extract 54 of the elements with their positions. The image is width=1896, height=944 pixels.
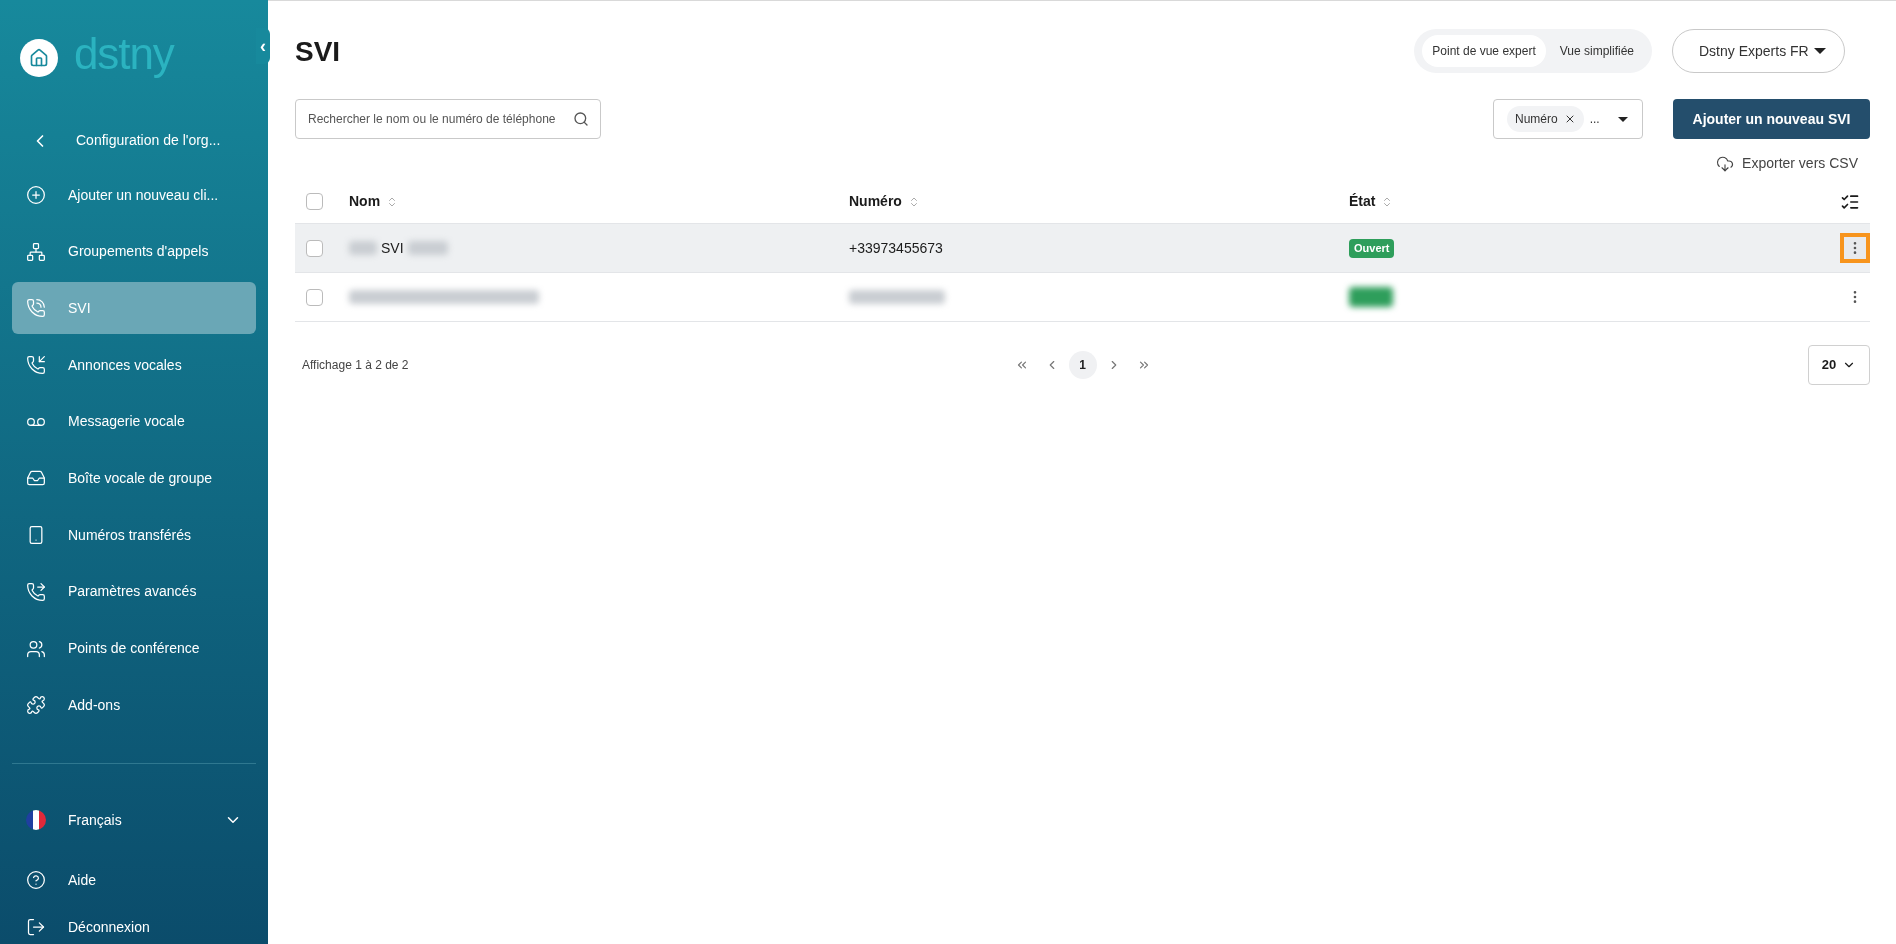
row-checkbox[interactable]: [306, 239, 323, 257]
language-selector[interactable]: Français: [68, 809, 202, 831]
sidebar-item[interactable]: Messagerie vocale: [12, 395, 256, 448]
more-indicator: ...: [1589, 111, 1600, 128]
blurred-text: [407, 241, 448, 255]
page-title: SVI: [295, 35, 341, 69]
table-cell-text: +33973455673: [849, 238, 943, 258]
menu-icon: [26, 581, 46, 602]
collapse-sidebar-button[interactable]: ‹: [256, 28, 270, 64]
search-field[interactable]: Rechercher le nom ou le numéro de téléphone: [295, 99, 601, 139]
table-cell-text: SVI: [381, 238, 404, 258]
column-header[interactable]: État: [1349, 191, 1376, 212]
export-csv-link[interactable]: Exporter vers CSV: [1716, 153, 1858, 174]
sidebar-back-item[interactable]: Configuration de l'org...: [76, 130, 221, 151]
france-flag-icon: [26, 810, 46, 830]
sidebar-item[interactable]: Annonces vocales: [12, 339, 256, 392]
view-toggle-option[interactable]: Point de vue expert: [1422, 35, 1546, 67]
column-filter-dropdown[interactable]: Numéro ...: [1493, 99, 1643, 139]
page-button[interactable]: 1: [1068, 351, 1097, 379]
column-header[interactable]: Numéro: [849, 191, 902, 212]
help-link[interactable]: Aide: [68, 869, 97, 891]
sidebar-item[interactable]: Points de conférence: [12, 622, 256, 675]
help-icon: [26, 870, 46, 890]
sidebar-item[interactable]: Boîte vocale de groupe: [12, 452, 256, 505]
menu-icon: [26, 355, 46, 376]
caret-icon: [1814, 48, 1826, 54]
row-checkbox[interactable]: [306, 288, 323, 306]
select-all-checkbox[interactable]: [306, 193, 323, 210]
search-icon: [573, 111, 589, 127]
blurred-text: [349, 241, 377, 255]
filter-chip: Numéro: [1507, 106, 1584, 132]
menu-icon: [26, 638, 46, 659]
sidebar-item[interactable]: Paramètres avancés: [12, 565, 256, 618]
pagination-summary: Affichage 1 à 2 de 2: [301, 357, 410, 374]
row-actions-button[interactable]: [1840, 233, 1870, 263]
cloud-download-icon: [1716, 154, 1735, 173]
add-ivr-button[interactable]: Ajouter un nouveau SVI: [1673, 99, 1870, 139]
sidebar-item[interactable]: Numéros transférés: [12, 509, 256, 562]
menu-icon: [26, 298, 46, 319]
menu-icon: [26, 695, 46, 716]
home-icon[interactable]: [20, 38, 58, 77]
sidebar-item[interactable]: Ajouter un nouveau cli...: [12, 169, 256, 221]
status-badge: Ouvert: [1349, 238, 1395, 258]
page-size-select[interactable]: 20: [1808, 345, 1870, 385]
table-row[interactable]: SVI +33973455673 Ouvert: [295, 224, 1870, 273]
sidebar-item[interactable]: Add-ons: [12, 679, 256, 732]
menu-icon: [26, 185, 46, 205]
caret-icon: [1618, 116, 1628, 122]
column-header[interactable]: Nom: [349, 191, 381, 212]
view-toggle-option[interactable]: Vue simplifiée: [1549, 35, 1644, 67]
logout-icon: [26, 917, 46, 937]
logout-link[interactable]: Déconnexion: [68, 916, 150, 938]
menu-icon: [26, 241, 46, 262]
sidebar-item[interactable]: Groupements d'appels: [12, 225, 256, 278]
